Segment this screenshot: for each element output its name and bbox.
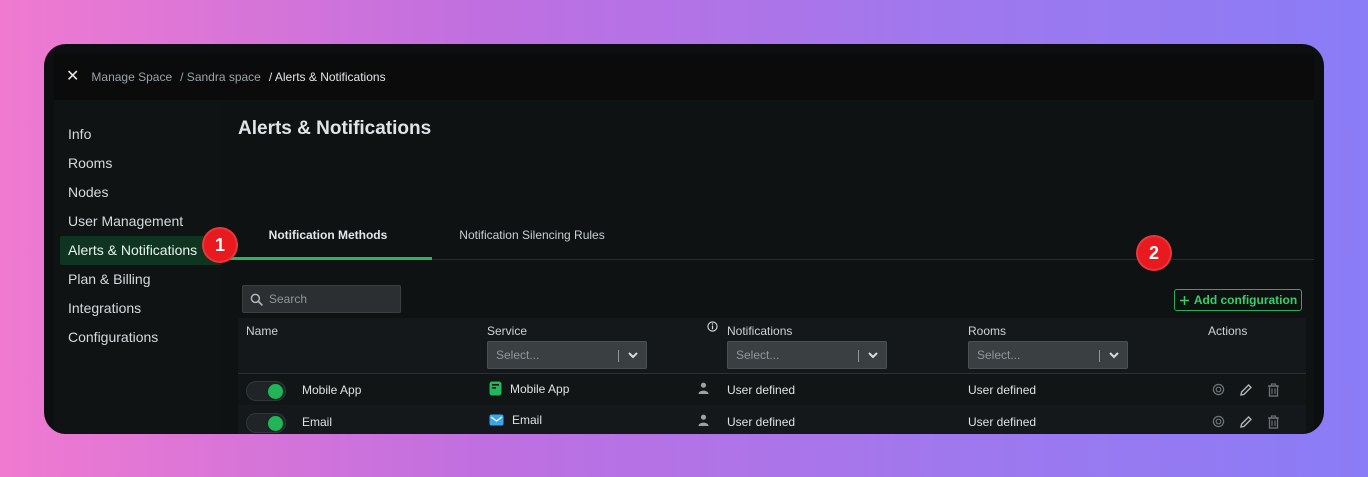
sidebar-item-user-management[interactable]: User Management — [54, 207, 222, 236]
row-rooms: User defined — [968, 383, 1037, 397]
sidebar-item-alerts-notifications[interactable]: Alerts & Notifications — [60, 236, 222, 265]
rooms-filter-select[interactable]: Select... — [968, 341, 1128, 369]
breadcrumb-manage-space[interactable]: Manage Space — [91, 70, 172, 84]
row-service: Email — [489, 413, 542, 427]
plus-icon — [1179, 295, 1190, 306]
row-service-label: Email — [512, 413, 543, 427]
sidebar-item-rooms[interactable]: Rooms — [54, 149, 222, 178]
sidebar-item-nodes[interactable]: Nodes — [54, 178, 222, 207]
table-row: Email Email User defined User defined — [238, 406, 1306, 434]
test-notification-icon[interactable] — [1212, 383, 1225, 397]
breadcrumb-current: / Alerts & Notifications — [268, 70, 386, 84]
sidebar-item-integrations[interactable]: Integrations — [54, 294, 222, 323]
breadcrumb: ✕ Manage Space / Sandra space / Alerts &… — [54, 54, 1314, 100]
row-notifications: User defined — [727, 383, 796, 397]
info-icon[interactable] — [707, 321, 718, 332]
edit-icon[interactable] — [1239, 415, 1253, 429]
tab-notification-methods[interactable]: Notification Methods — [224, 222, 432, 260]
row-name: Email — [302, 415, 333, 429]
page-title: Alerts & Notifications — [238, 118, 432, 139]
add-configuration-button[interactable]: Add configuration — [1174, 289, 1302, 311]
chevron-down-icon — [866, 348, 880, 365]
breadcrumb-space[interactable]: / Sandra space — [180, 70, 261, 84]
column-actions: Actions — [1208, 324, 1248, 338]
tab-notification-silencing-rules[interactable]: Notification Silencing Rules — [432, 222, 632, 260]
row-rooms: User defined — [968, 415, 1037, 429]
edit-icon[interactable] — [1239, 383, 1253, 397]
enable-toggle[interactable] — [246, 381, 286, 401]
table-row: Mobile App Mobile App User defined User … — [238, 374, 1306, 406]
table-header: Name Service Notifications Rooms Actions… — [238, 318, 1306, 374]
search-icon — [250, 293, 263, 306]
test-notification-icon[interactable] — [1212, 415, 1225, 429]
row-service-label: Mobile App — [510, 381, 570, 396]
column-notifications: Notifications — [727, 324, 793, 338]
enable-toggle[interactable] — [246, 413, 286, 433]
row-service: Mobile App — [489, 381, 569, 396]
callout-badge-1: 1 — [202, 227, 238, 263]
sidebar-item-info[interactable]: Info — [54, 120, 222, 149]
user-icon — [698, 382, 709, 394]
mobile-app-icon — [489, 381, 502, 396]
search-box[interactable] — [242, 285, 401, 313]
chevron-down-icon — [626, 348, 640, 365]
email-icon — [489, 414, 504, 426]
settings-sidebar: Info Rooms Nodes User Management Alerts … — [54, 100, 222, 434]
column-rooms: Rooms — [968, 324, 1007, 338]
user-icon — [698, 414, 709, 426]
row-notifications: User defined — [727, 415, 796, 429]
delete-icon[interactable] — [1267, 383, 1280, 397]
row-actions — [1212, 415, 1280, 429]
close-icon[interactable]: ✕ — [66, 69, 79, 85]
add-configuration-label: Add configuration — [1193, 293, 1298, 307]
search-input[interactable] — [269, 292, 389, 306]
column-service: Service — [487, 324, 528, 338]
callout-badge-2: 2 — [1136, 235, 1172, 271]
column-name: Name — [246, 324, 279, 338]
service-filter-select[interactable]: Select... — [487, 341, 647, 369]
notification-methods-table: Name Service Notifications Rooms Actions… — [238, 318, 1306, 434]
chevron-down-icon — [1107, 348, 1121, 365]
delete-icon[interactable] — [1267, 415, 1280, 429]
sidebar-item-plan-billing[interactable]: Plan & Billing — [54, 265, 222, 294]
rooms-filter-placeholder: Select... — [977, 348, 1021, 362]
notifications-filter-placeholder: Select... — [736, 348, 780, 362]
service-filter-placeholder: Select... — [496, 348, 540, 362]
notifications-filter-select[interactable]: Select... — [727, 341, 887, 369]
row-name: Mobile App — [302, 383, 362, 397]
sidebar-item-configurations[interactable]: Configurations — [54, 323, 222, 352]
row-actions — [1212, 383, 1280, 397]
